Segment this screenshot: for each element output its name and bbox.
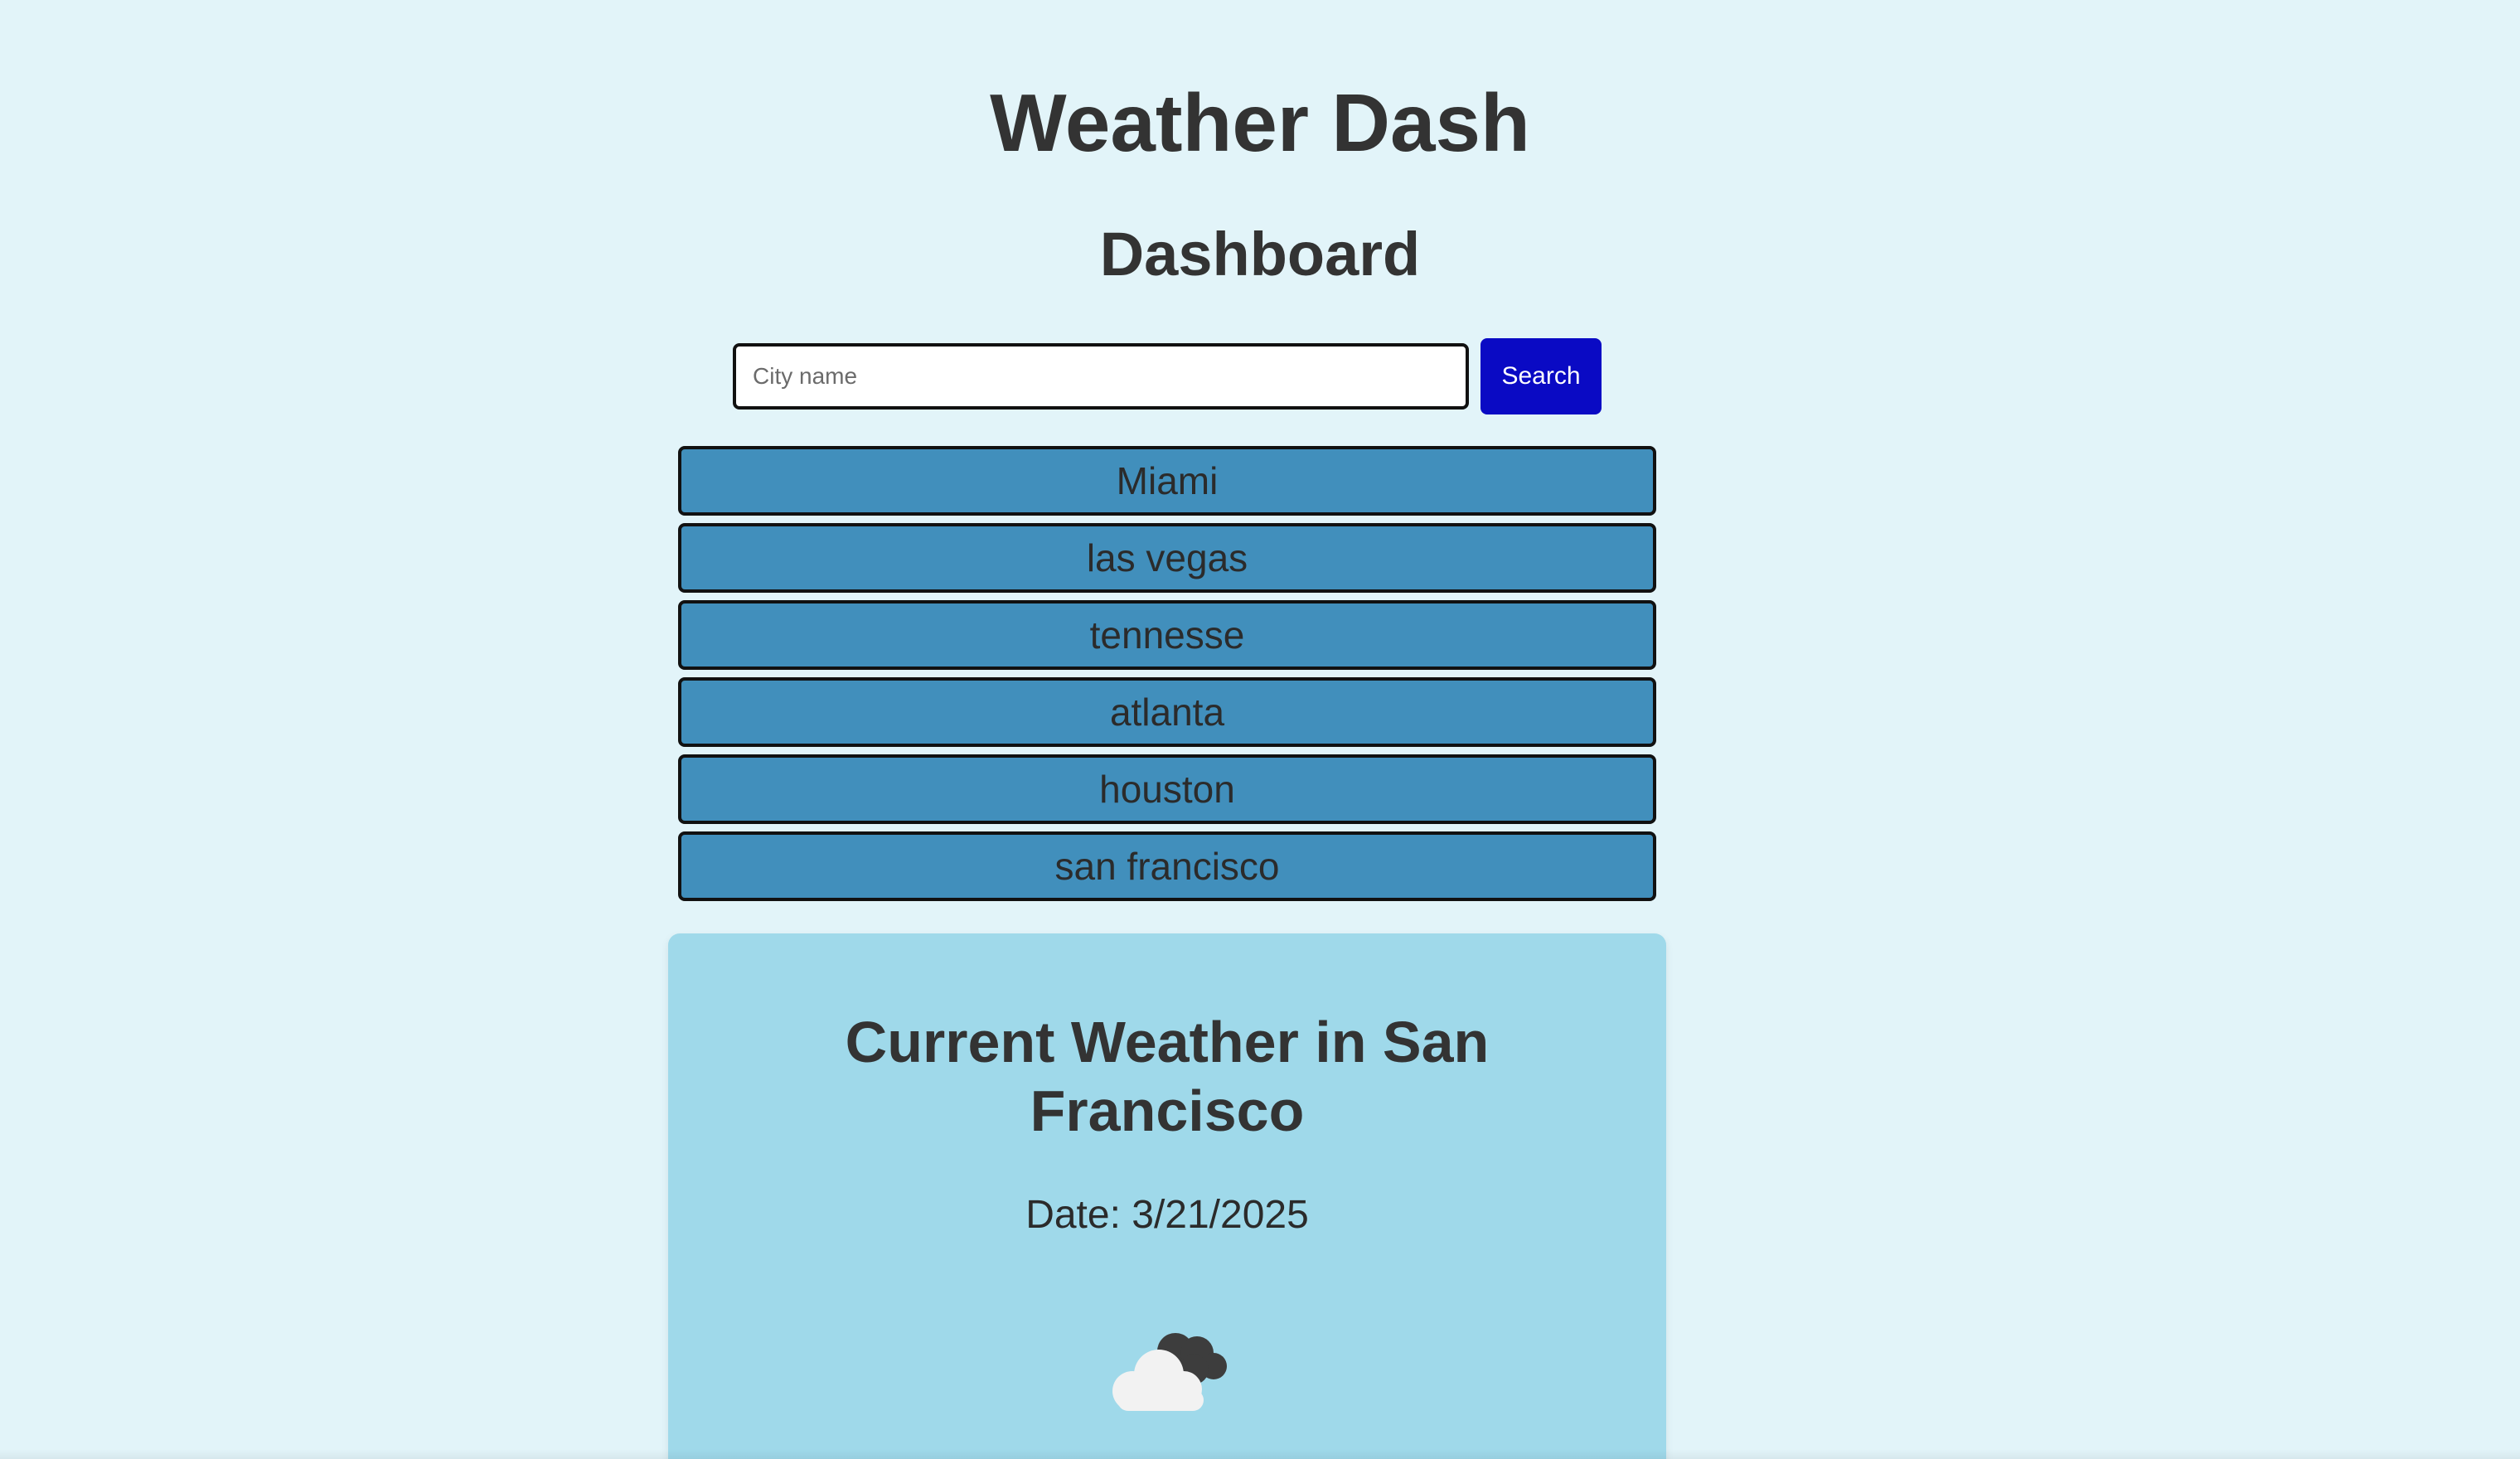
dashboard-heading: Dashboard bbox=[1099, 220, 1421, 288]
list-item: tennesse bbox=[678, 600, 1656, 670]
city-search-input[interactable] bbox=[733, 343, 1469, 410]
partly-cloudy-icon bbox=[1112, 1333, 1227, 1411]
list-item: atlanta bbox=[678, 677, 1656, 747]
current-weather-card: Current Weather in San Francisco Date: 3… bbox=[668, 933, 1666, 1459]
search-button[interactable]: Search bbox=[1480, 338, 1602, 414]
app-title: Weather Dash bbox=[990, 77, 1530, 168]
city-button-tennesse[interactable]: tennesse bbox=[678, 600, 1656, 670]
list-item: Miami bbox=[678, 446, 1656, 516]
current-weather-title: Current Weather in San Francisco bbox=[845, 1010, 1490, 1143]
search-form: Search bbox=[733, 338, 1602, 414]
list-item: san francisco bbox=[678, 831, 1656, 901]
city-button-san-francisco[interactable]: san francisco bbox=[678, 831, 1656, 901]
weather-dashboard-page: Weather Dash Dashboard Search Miami las … bbox=[0, 0, 2520, 1459]
viewport-bottom-edge bbox=[0, 1449, 2520, 1459]
city-button-houston[interactable]: houston bbox=[678, 754, 1656, 824]
city-button-atlanta[interactable]: atlanta bbox=[678, 677, 1656, 747]
city-button-miami[interactable]: Miami bbox=[678, 446, 1656, 516]
list-item: las vegas bbox=[678, 523, 1656, 593]
current-weather-date: Date: 3/21/2025 bbox=[1025, 1193, 1309, 1237]
list-item: houston bbox=[678, 754, 1656, 824]
search-history-list: Miami las vegas tennesse atlanta houston… bbox=[678, 446, 1656, 909]
city-button-las-vegas[interactable]: las vegas bbox=[678, 523, 1656, 593]
